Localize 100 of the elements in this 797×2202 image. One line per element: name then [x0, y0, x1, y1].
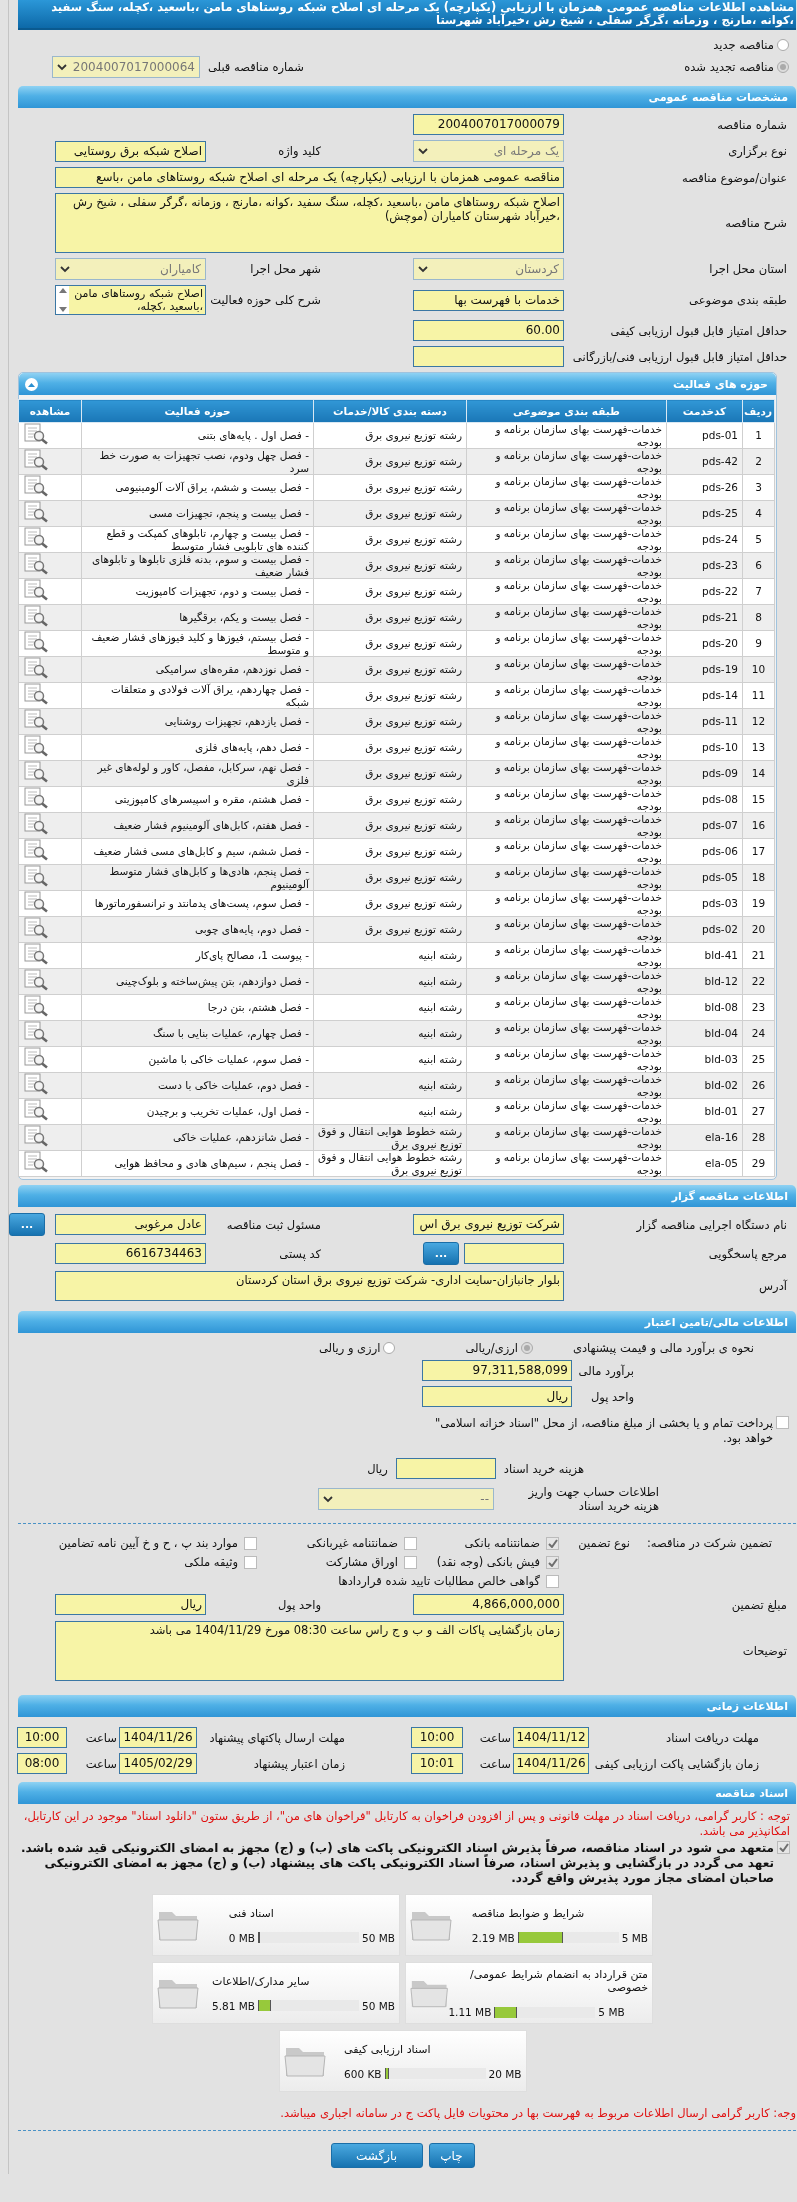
back-button[interactable]: بازگشت	[330, 2143, 423, 2168]
document-search-icon[interactable]	[23, 709, 49, 732]
document-search-icon[interactable]	[23, 605, 49, 628]
document-search-icon[interactable]	[23, 683, 49, 706]
document-search-icon[interactable]	[23, 1099, 49, 1122]
scroll-down-icon[interactable]	[58, 307, 67, 312]
text-field[interactable]: 4,866,000,000	[413, 1594, 564, 1615]
field-label: نحوه ی برآورد مالی و قیمت پیشنهادی	[572, 1341, 754, 1355]
column-header[interactable]: مشاهده	[18, 399, 82, 423]
dropdown[interactable]: --	[318, 1488, 494, 1510]
text-field[interactable]: خدمات با فهرست بها	[413, 289, 564, 311]
text-field[interactable]: اصلاح شبکه برق روستایی	[55, 140, 206, 162]
document-search-icon[interactable]	[23, 631, 49, 654]
document-search-icon[interactable]	[23, 943, 49, 966]
text-field[interactable]: عادل مرغوبی	[55, 1214, 206, 1235]
checkbox[interactable]	[404, 1555, 417, 1569]
document-search-icon[interactable]	[23, 527, 49, 550]
radio-button[interactable]	[383, 1342, 396, 1354]
date-field[interactable]: 1405/02/29	[119, 1753, 197, 1774]
unit-label: ریال	[367, 1461, 388, 1476]
collapse-icon[interactable]	[25, 377, 38, 391]
table-cell: رشته توزیع نیروی برق	[313, 786, 467, 813]
table-cell: خدمات-فهرست بهای سازمان برنامه و بودجه	[466, 682, 667, 709]
text-field[interactable]	[413, 346, 564, 367]
document-search-icon[interactable]	[23, 553, 49, 576]
checkbox[interactable]	[546, 1555, 559, 1569]
table-cell: خدمات-فهرست بهای سازمان برنامه و بودجه	[466, 1124, 667, 1151]
dropdown[interactable]: 2004007017000064	[52, 56, 200, 78]
scroll-up-icon[interactable]	[58, 288, 67, 293]
document-search-icon[interactable]	[23, 1151, 49, 1174]
dropdown[interactable]: کامیاران	[55, 258, 206, 280]
time-field[interactable]: 08:00	[17, 1753, 67, 1774]
checkbox[interactable]	[777, 1841, 790, 1854]
column-header[interactable]: دسته بندی کالا/خدمات	[313, 399, 467, 423]
text-field[interactable]: 97,311,588,099	[422, 1360, 572, 1381]
checkbox[interactable]	[546, 1536, 559, 1550]
document-search-icon[interactable]	[23, 423, 49, 446]
date-field[interactable]: 1404/11/26	[513, 1753, 589, 1774]
text-field[interactable]: 60.00	[413, 320, 564, 341]
document-search-icon[interactable]	[23, 475, 49, 498]
field-label: شماره مناقصه قبلی	[208, 60, 304, 74]
dropdown[interactable]: یک مرحله ای	[413, 140, 564, 162]
text-area[interactable]: زمان بازگشایی پاکات الف و ب و ج راس ساعت 08:30 مورخ 1404/11/29 می باشد	[55, 1621, 564, 1681]
text-field[interactable]: شرکت توزیع نیروی برق اس	[413, 1214, 564, 1235]
text-field[interactable]: مناقصه عمومی همزمان با ارزیابی (یکپارچه) یک مرحله ای اصلاح شبکه روستاهای مامن ،باسع	[55, 167, 564, 188]
document-search-icon[interactable]	[23, 1047, 49, 1070]
text-field[interactable]: ریال	[55, 1594, 206, 1615]
table-cell: - فصل بیست و سوم، بدنه فلزی تابلوها و تابلوهای فشار ضعیف	[81, 552, 314, 579]
document-search-icon[interactable]	[23, 839, 49, 862]
list-box[interactable]: اصلاح شبکه روستاهای مامن ،باسعید ،کچله،	[55, 285, 206, 315]
table-cell: pds-26	[666, 474, 743, 501]
dropdown[interactable]: کردستان	[413, 258, 564, 280]
text-area[interactable]: اصلاح شبکه روستاهای مامن ،باسعید ،کچله، سنگ سفید ،کوانه ،مارنج ، وزمانه ،گرگر سفلی ، شیخ رش ،خیرآباد شهرستان کامیاران (موچش)	[55, 193, 564, 253]
radio-button[interactable]	[520, 1342, 533, 1354]
document-search-icon[interactable]	[23, 761, 49, 784]
checkbox[interactable]	[244, 1555, 257, 1569]
time-field[interactable]: 10:01	[411, 1753, 463, 1774]
document-search-icon[interactable]	[23, 917, 49, 940]
document-search-icon[interactable]	[23, 657, 49, 680]
browse-button[interactable]: ...	[9, 1213, 45, 1236]
column-header[interactable]: حوزه فعالیت	[81, 399, 314, 423]
browse-button[interactable]: ...	[423, 1242, 459, 1265]
time-field[interactable]: 10:00	[411, 1727, 463, 1748]
document-search-icon[interactable]	[23, 787, 49, 810]
text-field[interactable]: 6616734463	[55, 1243, 206, 1264]
document-search-icon[interactable]	[23, 1125, 49, 1148]
text-field[interactable]: ریال	[422, 1386, 572, 1407]
checkbox[interactable]	[244, 1536, 257, 1550]
document-search-icon[interactable]	[23, 449, 49, 472]
checkbox[interactable]	[776, 1416, 789, 1429]
document-search-icon[interactable]	[23, 813, 49, 836]
table-cell: - فصل بیستم، فیوزها و کلید فیوزهای فشار ضعیف و متوسط	[81, 630, 314, 657]
table-cell: 6	[742, 552, 775, 579]
document-search-icon[interactable]	[23, 865, 49, 888]
column-header[interactable]: کدخدمت	[666, 399, 743, 423]
column-header[interactable]: طبقه بندی موضوعی	[466, 399, 667, 423]
table-cell: رشته توزیع نیروی برق	[313, 734, 467, 761]
print-button[interactable]: چاپ	[428, 2143, 475, 2168]
radio-button[interactable]	[777, 61, 789, 73]
date-field[interactable]: 1404/11/26	[119, 1727, 197, 1748]
document-search-icon[interactable]	[23, 995, 49, 1018]
document-search-icon[interactable]	[23, 579, 49, 602]
list-item[interactable]: اصلاح شبکه روستاهای مامن ،باسعید ،کچله،	[69, 286, 205, 314]
text-area[interactable]: بلوار جانبازان-سایت اداری- شرکت توزیع نیروی برق استان کردستان	[55, 1271, 564, 1301]
document-search-icon[interactable]	[23, 735, 49, 758]
document-search-icon[interactable]	[23, 891, 49, 914]
document-search-icon[interactable]	[23, 1073, 49, 1096]
document-search-icon[interactable]	[23, 969, 49, 992]
text-field[interactable]: 2004007017000079	[413, 114, 564, 135]
table-cell: bld-01	[666, 1098, 743, 1125]
time-field[interactable]: 10:00	[17, 1727, 67, 1748]
date-field[interactable]: 1404/11/12	[513, 1727, 589, 1748]
document-search-icon[interactable]	[23, 1021, 49, 1044]
checkbox[interactable]	[404, 1536, 417, 1550]
checkbox[interactable]	[546, 1574, 559, 1588]
document-search-icon[interactable]	[23, 501, 49, 524]
text-field[interactable]	[395, 1458, 496, 1479]
radio-button[interactable]	[777, 39, 789, 51]
column-header[interactable]: ردیف	[742, 399, 775, 423]
text-field[interactable]	[464, 1243, 564, 1264]
